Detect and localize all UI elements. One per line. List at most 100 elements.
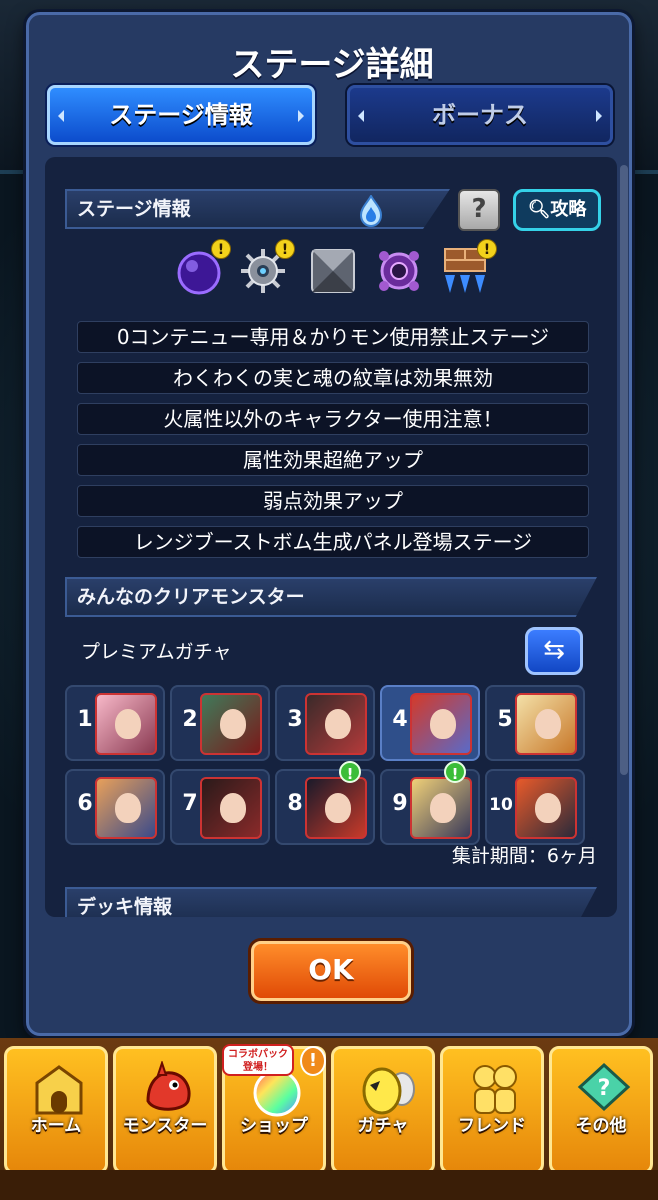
water-element-icon — [359, 195, 383, 227]
ranking-number: 9 — [392, 791, 408, 816]
ranking-cell[interactable]: 9 ! — [380, 761, 480, 845]
monster-face — [220, 709, 246, 739]
monster-portrait — [515, 777, 577, 839]
nav-gacha-button[interactable]: ガチャ — [331, 1046, 435, 1174]
deck-info-header[interactable]: デッキ情報 — [65, 887, 597, 917]
nav-home-button[interactable]: ホーム — [4, 1046, 108, 1174]
ranking-number: 7 — [182, 791, 198, 816]
ranking-cell[interactable]: 8 ! — [275, 761, 375, 845]
gimmick-damage-wall[interactable]: ! — [439, 239, 497, 297]
tab-arrow-left-icon — [58, 110, 64, 122]
monster-portrait — [410, 693, 472, 755]
nav-friend-label: フレンド — [458, 1116, 526, 1136]
ranking-cell[interactable]: 6 — [65, 769, 165, 845]
ranking-cell[interactable]: 4 — [380, 685, 480, 761]
ranking-number: 5 — [497, 707, 513, 732]
tab-stage-info-label: ステージ情報 — [109, 101, 253, 129]
ranking-cell[interactable]: 3 — [275, 685, 375, 761]
panel-scrollbar[interactable] — [620, 165, 628, 775]
ranking-number: 2 — [182, 707, 198, 732]
monster-face — [115, 793, 141, 823]
swap-button[interactable]: ⇆ — [525, 627, 583, 675]
monster-portrait — [305, 693, 367, 755]
nav-other-button[interactable]: ? その他 — [549, 1046, 653, 1174]
nav-friend-button[interactable]: フレンド — [440, 1046, 544, 1174]
collab-pack-badge: コラボパック登場！ — [222, 1044, 294, 1076]
gimmick-alert-icon: ! — [275, 239, 295, 259]
tab-arrow-right-icon — [298, 110, 304, 122]
tab-stage-info[interactable]: ステージ情報 — [47, 85, 315, 145]
nav-monster-button[interactable]: モンスター — [113, 1046, 217, 1174]
deck-info-header-label: デッキ情報 — [77, 896, 173, 917]
nav-other-label: その他 — [575, 1116, 627, 1136]
nav-gacha-label: ガチャ — [357, 1116, 409, 1136]
bottom-navigation: ホーム モンスター ショップ ガチャ フレンド ? その他 — [0, 1038, 658, 1200]
monster-face — [115, 709, 141, 739]
stage-info-panel[interactable]: ステージ情報 ? 🔍︎攻略 ! ! ! 0コンテニュー専用＆かりモン使用禁止ステ… — [45, 157, 617, 917]
gacha-type-label: プレミアムガチャ — [81, 641, 232, 663]
tab-arrow-right-icon — [596, 110, 602, 122]
ranking-cell[interactable]: 7 — [170, 769, 270, 845]
monster-face — [535, 793, 561, 823]
monster-face — [325, 793, 351, 823]
new-alert-icon: ! — [444, 761, 466, 783]
home-icon — [35, 1065, 83, 1115]
ranking-cell[interactable]: 5 — [485, 685, 585, 761]
clear-monsters-header: みんなのクリアモンスター — [65, 577, 597, 617]
stage-rule-item: レンジブーストボム生成パネル登場ステージ — [77, 526, 589, 558]
nav-bottom-strip — [0, 1170, 658, 1200]
nav-shop-label: ショップ — [240, 1116, 308, 1136]
clear-monsters-header-label: みんなのクリアモンスター — [77, 586, 305, 608]
ranking-cell[interactable]: 10 — [485, 769, 585, 845]
stage-info-header-label: ステージ情報 — [77, 198, 191, 220]
tab-bonus-label: ボーナス — [432, 101, 528, 129]
aggregation-period: 集計期間：6ヶ月 — [451, 845, 597, 867]
gimmick-warp-device[interactable] — [373, 245, 425, 297]
tab-bonus[interactable]: ボーナス — [347, 85, 613, 145]
warp-device-icon — [379, 251, 419, 291]
svg-text:?: ? — [598, 1076, 611, 1101]
gimmick-alert-icon: ! — [477, 239, 497, 259]
shop-alert-icon: ! — [300, 1046, 326, 1076]
ranking-number: 1 — [77, 707, 93, 732]
stage-detail-modal: ステージ詳細 ステージ情報 ボーナス ステージ情報 ? 🔍︎攻略 ! ! ! 0… — [26, 12, 632, 1036]
gacha-icon — [362, 1067, 415, 1115]
stage-rule-item: 弱点効果アップ — [77, 485, 589, 517]
stage-rule-item: 0コンテニュー専用＆かりモン使用禁止ステージ — [77, 321, 589, 353]
gimmick-block[interactable] — [307, 245, 359, 297]
ranking-number: 6 — [77, 791, 93, 816]
nav-monster-label: モンスター — [122, 1116, 208, 1136]
monster-portrait — [410, 777, 472, 839]
monster-face — [430, 709, 456, 739]
ranking-cell[interactable]: 2 — [170, 685, 270, 761]
ranking-cell[interactable]: 1 — [65, 685, 165, 761]
help-button[interactable]: ? — [458, 189, 500, 231]
monster-face — [430, 793, 456, 823]
other-icon: ? — [577, 1062, 631, 1112]
search-icon: 🔍︎ — [527, 199, 551, 220]
ok-button[interactable]: OK — [251, 941, 411, 1001]
monster-portrait — [95, 693, 157, 755]
ranking-number: 3 — [287, 707, 303, 732]
monster-portrait — [200, 693, 262, 755]
ranking-number: 10 — [489, 795, 513, 815]
gimmick-spike-mine[interactable]: ! — [237, 239, 295, 297]
ranking-number: 8 — [287, 791, 303, 816]
gimmick-alert-icon: ! — [211, 239, 231, 259]
nav-home-label: ホーム — [30, 1116, 82, 1136]
strategy-label: 攻略 — [550, 199, 587, 220]
monster-face — [325, 709, 351, 739]
monster-portrait — [515, 693, 577, 755]
ranking-number: 4 — [392, 707, 408, 732]
monster-portrait — [95, 777, 157, 839]
stage-info-header: ステージ情報 — [65, 189, 450, 229]
friend-icon — [473, 1065, 517, 1114]
stage-rule-item: 属性効果超絶アップ — [77, 444, 589, 476]
gimmick-dark-orb[interactable]: ! — [173, 239, 231, 297]
tab-arrow-left-icon — [358, 110, 364, 122]
new-alert-icon: ! — [339, 761, 361, 783]
strategy-button[interactable]: 🔍︎攻略 — [513, 189, 601, 231]
swap-arrows-icon: ⇆ — [543, 635, 565, 665]
monster-portrait — [305, 777, 367, 839]
monster-portrait — [200, 777, 262, 839]
